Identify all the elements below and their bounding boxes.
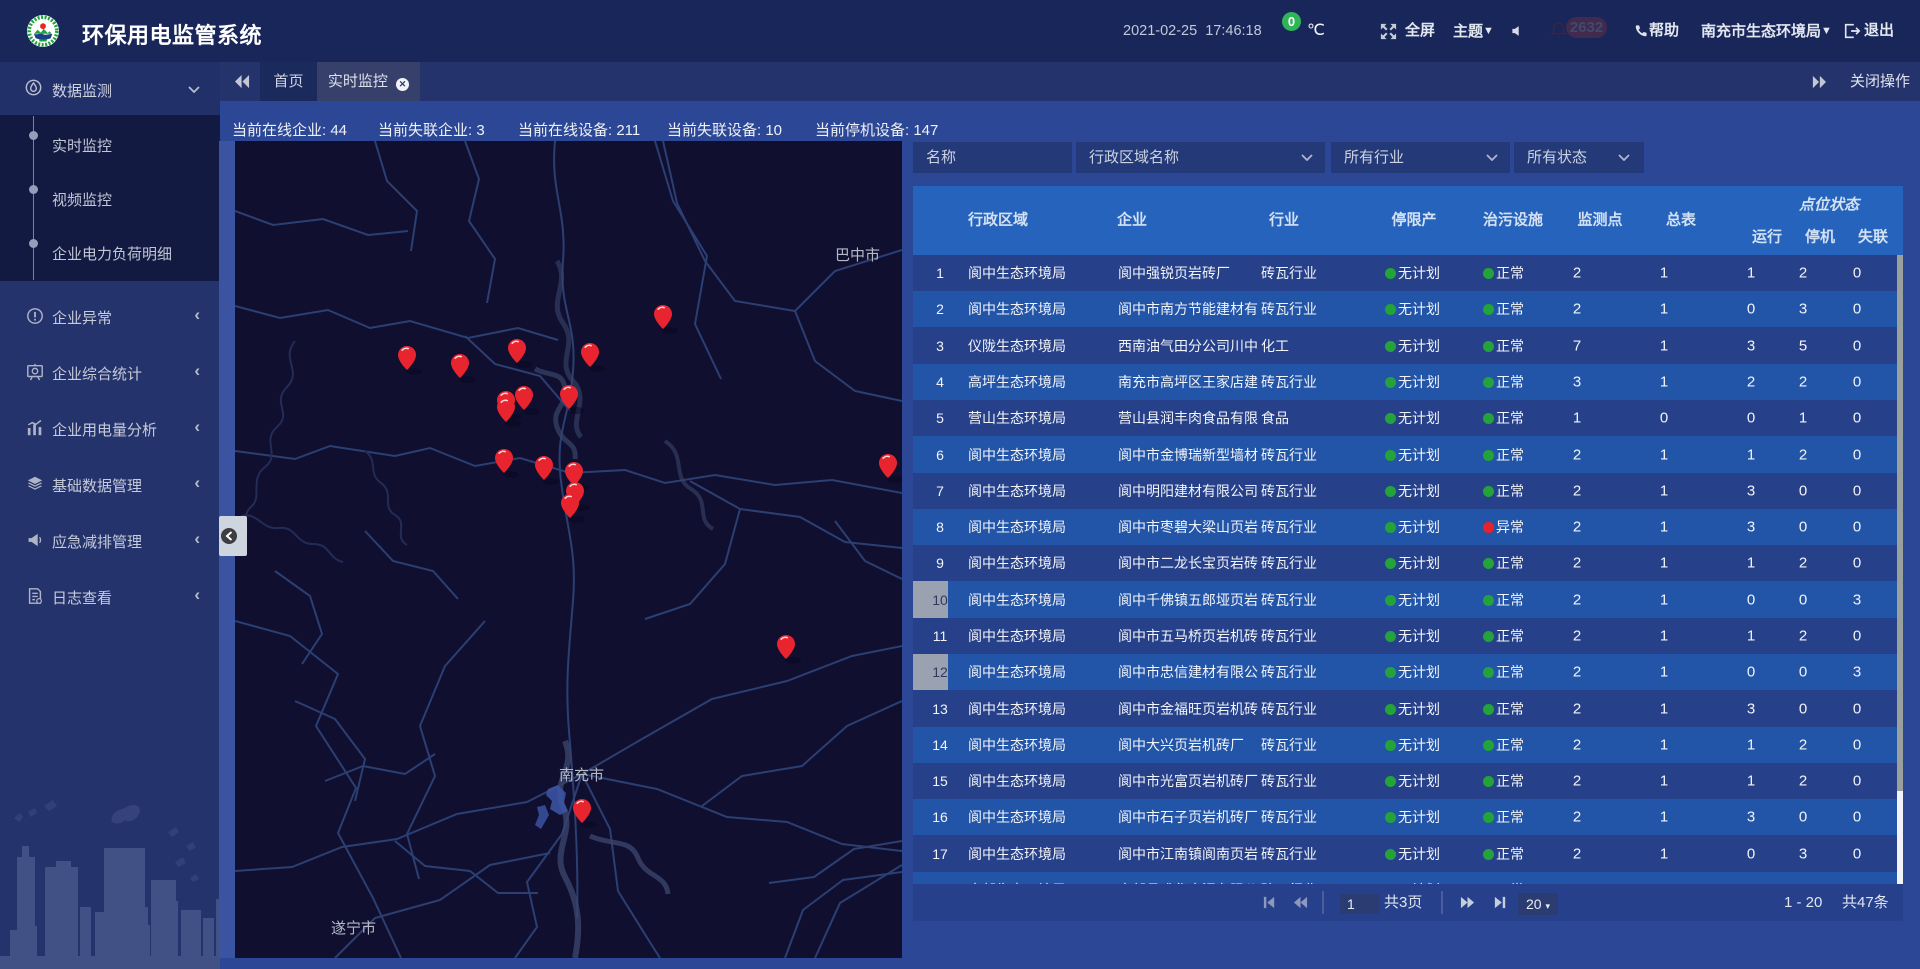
- svg-text:遂宁市: 遂宁市: [331, 920, 376, 937]
- svg-text:南充市: 南充市: [559, 767, 604, 784]
- svg-text:巴中市: 巴中市: [835, 247, 880, 264]
